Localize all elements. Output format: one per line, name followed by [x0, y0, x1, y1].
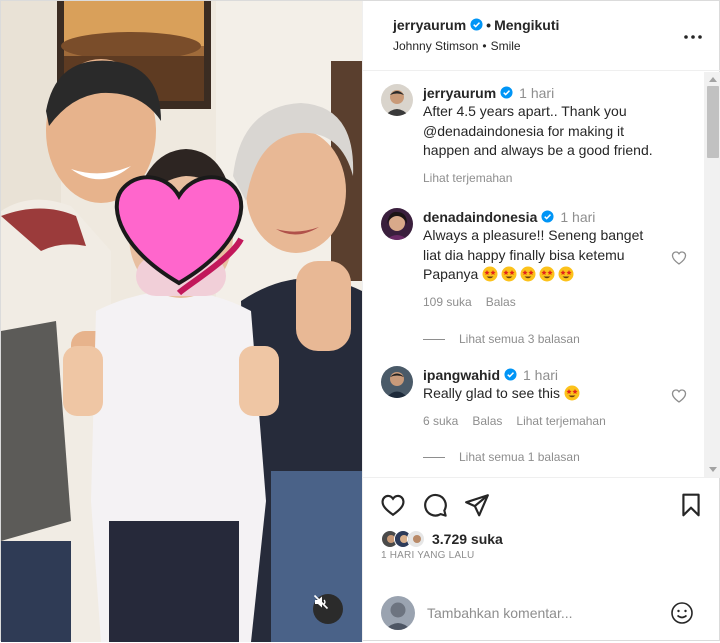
- audio-artist: Johnny Stimson: [393, 39, 479, 53]
- author-username[interactable]: jerryaurum: [393, 17, 466, 33]
- see-translation-link[interactable]: Lihat terjemahan: [423, 171, 512, 185]
- caption-text: After 4.5 years apart.. Thank you @denad…: [423, 102, 675, 161]
- comment-text: Always a pleasure!! Seneng banget liat d…: [423, 226, 675, 285]
- comment-body: denadaindonesia 1 hari Always a pleasure!…: [423, 208, 675, 309]
- speaker-muted-icon: [313, 594, 329, 610]
- view-replies-button[interactable]: Lihat semua 1 balasan: [423, 450, 580, 464]
- add-comment-input[interactable]: [427, 603, 657, 623]
- comment-line-text: Really glad to see this: [423, 385, 560, 401]
- verified-badge-icon: [541, 210, 554, 223]
- comment-time[interactable]: 1 hari: [523, 367, 558, 383]
- bookmark-icon[interactable]: [678, 492, 704, 518]
- follow-status-button[interactable]: Mengikuti: [494, 17, 559, 33]
- scroll-down-arrow-icon[interactable]: [709, 467, 717, 472]
- verified-badge-icon: [500, 86, 513, 99]
- comments-scrollbar[interactable]: [704, 72, 720, 477]
- caption-body: jerryaurum 1 hari After 4.5 years apart..…: [423, 84, 675, 185]
- smiley-icon[interactable]: [670, 601, 694, 625]
- comment-likes[interactable]: 109 suka: [423, 295, 472, 309]
- star-struck-emoji-icon: [564, 385, 580, 401]
- comment-meta: 109 suka Balas: [423, 295, 675, 309]
- comment-line-3: Papanya: [423, 265, 675, 285]
- comment-body: ipangwahid 1 hari Really glad to see this…: [423, 366, 675, 428]
- more-options-icon[interactable]: [681, 25, 705, 49]
- caption-line: happen and always be a good friend.: [423, 142, 653, 158]
- replies-divider: [423, 339, 445, 341]
- mute-button[interactable]: [313, 594, 343, 624]
- author-avatar[interactable]: [381, 84, 413, 116]
- post-header: jerryaurum • Mengikuti Johnny Stimson • Smil…: [363, 1, 720, 71]
- scroll-up-arrow-icon[interactable]: [709, 77, 717, 82]
- comment-header: denadaindonesia 1 hari: [423, 208, 675, 226]
- paper-plane-icon[interactable]: [464, 492, 490, 518]
- audio-track: Smile: [490, 39, 521, 53]
- comments-list[interactable]: jerryaurum 1 hari After 4.5 years apart..…: [363, 72, 720, 477]
- comment-text: Really glad to see this: [423, 384, 675, 404]
- comment-composer: [363, 583, 720, 643]
- star-struck-emoji-icon: [539, 266, 555, 282]
- post-actions: 3.729 suka 1 HARI YANG LALU: [363, 477, 720, 642]
- comment-bubble-icon[interactable]: [422, 492, 448, 518]
- comment-line: Always a pleasure!! Seneng banget: [423, 227, 644, 243]
- heart-icon[interactable]: [671, 250, 687, 266]
- star-struck-emoji-icon: [558, 266, 574, 282]
- current-user-avatar-image: [381, 596, 415, 630]
- audio-info[interactable]: Johnny Stimson • Smile: [393, 39, 521, 53]
- comment-time[interactable]: 1 hari: [560, 209, 595, 225]
- star-struck-emoji-icon: [520, 266, 536, 282]
- comment-line: liat dia happy finally bisa ketemu: [423, 246, 625, 263]
- see-translation-link[interactable]: Lihat terjemahan: [516, 414, 605, 428]
- liker-avatar: [407, 530, 425, 548]
- replies-divider: [423, 457, 445, 459]
- caption-meta: Lihat terjemahan: [423, 171, 675, 185]
- caption-line: @denadaindonesia for making it: [423, 122, 625, 139]
- heart-icon[interactable]: [671, 388, 687, 404]
- reply-button[interactable]: Balas: [486, 295, 516, 309]
- view-replies-label: Lihat semua 1 balasan: [459, 450, 580, 464]
- comment-username[interactable]: ipangwahid: [423, 367, 500, 383]
- header-author-line: jerryaurum • Mengikuti: [393, 17, 559, 33]
- commenter-avatar[interactable]: [381, 208, 413, 240]
- caption-time[interactable]: 1 hari: [519, 85, 554, 101]
- current-user-avatar: [381, 596, 415, 630]
- caption-username[interactable]: jerryaurum: [423, 85, 496, 101]
- caption-line: After 4.5 years apart.. Thank you: [423, 103, 627, 119]
- post-timestamp[interactable]: 1 HARI YANG LALU: [381, 550, 474, 561]
- post-details-panel: jerryaurum • Mengikuti Johnny Stimson • Smil…: [362, 1, 720, 642]
- comment-line-text: Papanya: [423, 266, 479, 282]
- post-dialog: jerryaurum • Mengikuti Johnny Stimson • Smil…: [0, 0, 720, 642]
- verified-badge-icon: [504, 368, 517, 381]
- caption-header: jerryaurum 1 hari: [423, 84, 675, 102]
- star-struck-emoji-icon: [501, 266, 517, 282]
- reply-button[interactable]: Balas: [472, 414, 502, 428]
- separator-dot: •: [482, 39, 487, 53]
- photo-illustration: [1, 1, 362, 642]
- view-replies-button[interactable]: Lihat semua 3 balasan: [423, 332, 580, 346]
- author-avatar-image: [381, 84, 413, 116]
- comment-meta: 6 suka Balas Lihat terjemahan: [423, 414, 675, 428]
- scrollbar-thumb[interactable]: [707, 86, 719, 158]
- comment-header: ipangwahid 1 hari: [423, 366, 675, 384]
- comment-likes[interactable]: 6 suka: [423, 414, 458, 428]
- likes-summary[interactable]: 3.729 suka: [381, 528, 503, 550]
- view-replies-label: Lihat semua 3 balasan: [459, 332, 580, 346]
- post-photo[interactable]: [1, 1, 362, 642]
- commenter-avatar-image: [381, 366, 413, 398]
- commenter-avatar[interactable]: [381, 366, 413, 398]
- separator-dot: •: [486, 17, 492, 33]
- comment-username[interactable]: denadaindonesia: [423, 209, 537, 225]
- verified-badge-icon: [470, 18, 483, 31]
- heart-icon[interactable]: [380, 492, 406, 518]
- star-struck-emoji-icon: [482, 266, 498, 282]
- commenter-avatar-image: [381, 208, 413, 240]
- likes-count[interactable]: 3.729 suka: [432, 531, 503, 547]
